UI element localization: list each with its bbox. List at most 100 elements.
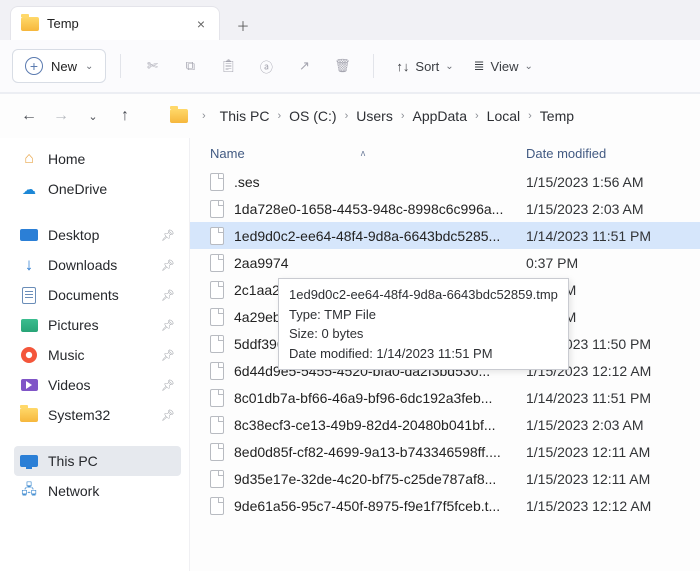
cut-icon[interactable]: ✄ [135,49,169,83]
rename-icon[interactable]: ⓐ [249,49,283,83]
tooltip-filename: 1ed9d0c2-ee64-48f4-9d8a-6643bdc52859.tmp [289,285,558,305]
tooltip-size: Size: 0 bytes [289,324,558,344]
breadcrumb-item[interactable]: OS (C:) [289,108,336,124]
file-date: 1/15/2023 1:56 AM [526,174,644,190]
tab-temp[interactable]: Temp × [10,6,220,40]
sidebar-item-home[interactable]: ⌂ Home [14,144,181,174]
sidebar-item-system32[interactable]: System32 📌︎ [14,400,181,430]
file-row[interactable]: 8c01db7a-bf66-46a9-bf96-6dc192a3feb... 1/… [190,384,700,411]
file-icon [210,335,224,353]
file-icon [210,227,224,245]
toolbar: + New ⌄ ✄ ⧉ 📋︎ ⓐ ↗ 🗑︎ ↑↓ Sort ⌄ ≣ View ⌄ [0,40,700,94]
sidebar-item-desktop[interactable]: Desktop 📌︎ [14,220,181,250]
sidebar-item-thispc[interactable]: This PC [14,446,181,476]
view-button[interactable]: ≣ View ⌄ [466,49,541,83]
new-label: New [51,59,77,74]
sidebar-item-onedrive[interactable]: ☁ OneDrive [14,174,181,204]
column-label: Name [210,146,245,161]
file-row[interactable]: 1da728e0-1658-4453-948c-8998c6c996a...1/… [190,195,700,222]
file-row[interactable]: 2aa99740:37 PM [190,249,700,276]
paste-icon[interactable]: 📋︎ [211,49,245,83]
forward-button[interactable]: → [52,107,70,125]
file-row[interactable]: .ses 1/15/2023 1:56 AM [190,168,700,195]
file-icon [210,200,224,218]
breadcrumb-item[interactable]: Local [487,108,520,124]
chevron-right-icon: › [202,110,206,122]
sidebar-item-downloads[interactable]: ↓ Downloads 📌︎ [14,250,181,280]
column-date[interactable]: Date modified [526,146,700,161]
sidebar-item-documents[interactable]: Documents 📌︎ [14,280,181,310]
file-name: 1ed9d0c2-ee64-48f4-9d8a-6643bdc5285... [234,228,500,244]
pin-icon: 📌︎ [161,229,175,242]
onedrive-icon: ☁ [20,180,38,198]
breadcrumb-item[interactable]: AppData [413,108,467,124]
downloads-icon: ↓ [20,256,38,274]
file-date: 1/15/2023 12:11 AM [526,471,650,487]
close-icon[interactable]: × [197,16,205,32]
new-tab-button[interactable]: ＋ [228,10,258,40]
sidebar-item-pictures[interactable]: Pictures 📌︎ [14,310,181,340]
sidebar-item-music[interactable]: Music 📌︎ [14,340,181,370]
file-row[interactable]: 8c38ecf3-ce13-49b9-82d4-20480b041bf... 1/… [190,411,700,438]
file-icon [210,416,224,434]
chevron-right-icon: › [345,110,349,122]
file-row[interactable]: 9d35e17e-32de-4c20-bf75-c25de787af8... 1/… [190,465,700,492]
sidebar-item-label: Home [48,151,85,167]
chevron-right-icon: › [277,110,281,122]
home-icon: ⌂ [20,150,38,168]
file-date: 0:37 PM [526,255,578,271]
file-date: 1/14/2023 11:51 PM [526,390,651,406]
sidebar-item-label: Network [48,483,99,499]
file-icon [210,281,224,299]
share-icon[interactable]: ↗ [287,49,321,83]
back-button[interactable]: ← [20,107,38,125]
sidebar-item-label: Videos [48,377,91,393]
sidebar-item-label: Downloads [48,257,117,273]
pin-icon: 📌︎ [161,349,175,362]
file-name: .ses [234,174,260,190]
tooltip-type: Type: TMP File [289,305,558,325]
file-name: 8c38ecf3-ce13-49b9-82d4-20480b041bf... [234,417,496,433]
pc-icon [20,455,38,467]
sidebar-item-network[interactable]: 🖧︎ Network [14,476,181,506]
file-row[interactable]: 1ed9d0c2-ee64-48f4-9d8a-6643bdc5285...1/… [190,222,700,249]
chevron-down-icon: ⌄ [525,61,533,72]
up-button[interactable]: ↑ [116,107,134,125]
folder-icon [20,408,38,422]
file-date: 1/15/2023 2:03 AM [526,201,644,217]
file-name: 8c01db7a-bf66-46a9-bf96-6dc192a3feb... [234,390,492,406]
videos-icon [21,379,38,391]
file-name: 8ed0d85f-cf82-4699-9a13-b743346598ff.... [234,444,501,460]
copy-icon[interactable]: ⧉ [173,49,207,83]
recent-dropdown[interactable]: ⌄ [84,110,102,123]
file-date: 1/15/2023 2:03 AM [526,417,644,433]
view-icon: ≣ [474,58,485,74]
sidebar-item-videos[interactable]: Videos 📌︎ [14,370,181,400]
desktop-icon [20,229,38,241]
column-name[interactable]: Name ʌ [210,146,526,161]
column-headers: Name ʌ Date modified [190,138,700,168]
chevron-right-icon: › [401,110,405,122]
file-row[interactable]: 9de61a56-95c7-450f-8975-f9e1f7f5fceb.t..… [190,492,700,519]
file-name: 9d35e17e-32de-4c20-bf75-c25de787af8... [234,471,496,487]
delete-icon[interactable]: 🗑︎ [325,49,359,83]
sidebar-item-label: Pictures [48,317,99,333]
file-icon [210,443,224,461]
breadcrumb-item[interactable]: Temp [540,108,574,124]
sort-button[interactable]: ↑↓ Sort ⌄ [388,49,461,83]
breadcrumb-item[interactable]: This PC [220,108,270,124]
address-bar: ← → ⌄ ↑ › This PC›OS (C:)›Users›AppData›… [0,94,700,138]
chevron-down-icon: ⌄ [85,61,93,72]
breadcrumb-item[interactable]: Users [356,108,393,124]
tab-title: Temp [47,16,79,31]
network-icon: 🖧︎ [20,482,38,500]
plus-icon: + [25,57,43,75]
folder-icon [21,17,39,31]
file-icon [210,497,224,515]
file-icon [210,308,224,326]
new-button[interactable]: + New ⌄ [12,49,106,83]
tooltip-modified: Date modified: 1/14/2023 11:51 PM [289,344,558,364]
sort-label: Sort [415,59,439,74]
file-row[interactable]: 8ed0d85f-cf82-4699-9a13-b743346598ff....… [190,438,700,465]
documents-icon [22,287,36,304]
